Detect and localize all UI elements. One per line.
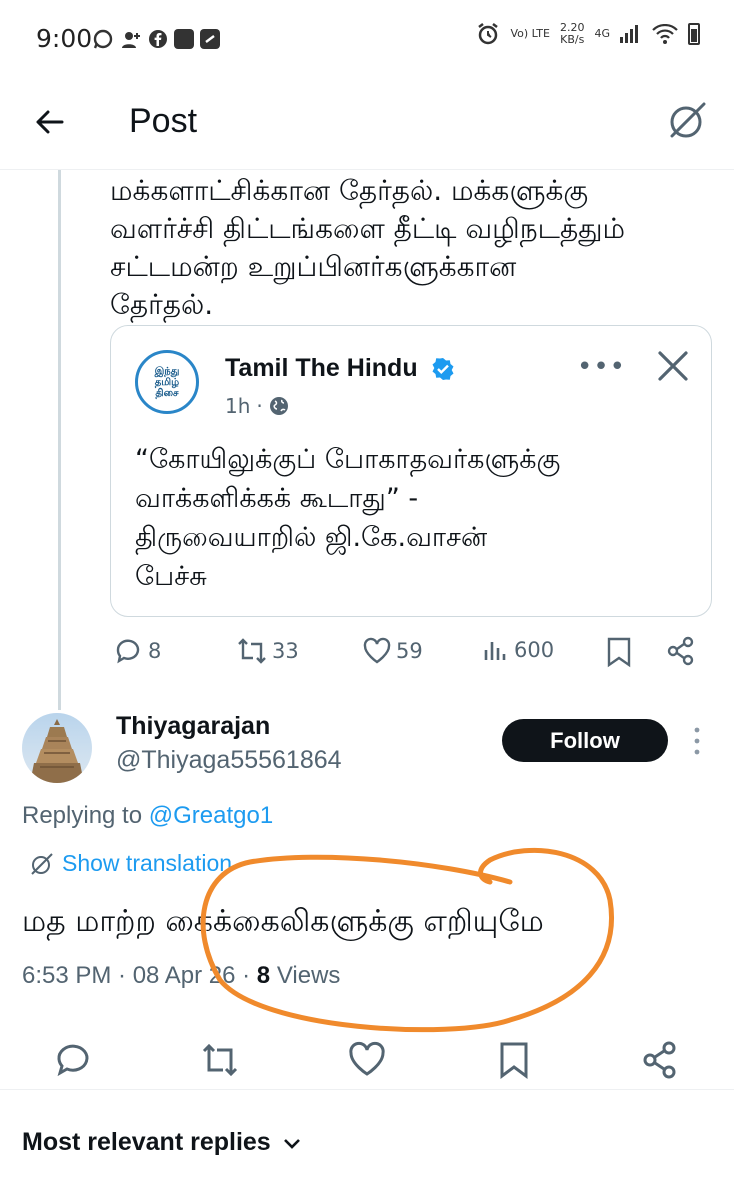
more-options-icon[interactable]: •••: [577, 352, 626, 382]
reply-icon[interactable]: [54, 1040, 94, 1080]
repost-count: 33: [272, 639, 299, 663]
quote-text-line: பேச்சு: [135, 561, 207, 592]
status-bar: 9:00 Vo) LTE 2.20 KB/s 4G: [0, 0, 734, 78]
alarm-icon: [478, 23, 499, 45]
quote-text: “கோயிலுக்குப் போகாதவர்களுக்கு வாக்களிக்க…: [135, 440, 695, 596]
reply-action[interactable]: 8: [114, 636, 161, 666]
quote-text-line: திருவையாறில் ஜி.கே.வாசன்: [135, 522, 488, 553]
network-label: Vo) LTE: [510, 27, 550, 40]
views-icon: [484, 642, 506, 660]
grok-icon[interactable]: [666, 100, 708, 142]
parent-tweet-text: மக்களாட்சிக்கான தேர்தல். மக்களுக்கு வளர்…: [110, 172, 710, 324]
reply-icon: [116, 639, 140, 664]
view-count: 600: [514, 638, 555, 662]
views-action[interactable]: 600: [482, 636, 554, 664]
back-arrow-icon[interactable]: [30, 102, 70, 142]
like-count: 59: [396, 639, 423, 663]
separator-dot: ·: [256, 394, 263, 418]
repost-action[interactable]: 33: [236, 636, 299, 666]
show-translation-link[interactable]: Show translation: [30, 850, 232, 877]
replying-prefix: Replying to: [22, 802, 149, 829]
quote-meta: 1h ·: [225, 394, 289, 418]
avatar-text: இந்து: [154, 365, 180, 377]
reply-text: மத மாற்ற கைக்கைலிகளுக்கு எறியுமே: [22, 904, 544, 939]
link-notification-icon: [200, 29, 220, 49]
heart-icon: [363, 637, 391, 664]
facebook-icon: [149, 30, 167, 48]
most-relevant-replies-label: Most relevant replies: [22, 1128, 271, 1156]
wifi-icon: [652, 24, 678, 44]
avatar-text: திசை: [155, 387, 179, 399]
whatsapp-icon: [93, 29, 113, 49]
notification-icons: [92, 28, 220, 50]
status-time: 9:00: [36, 24, 93, 53]
share-icon[interactable]: [666, 636, 696, 666]
reply-timestamp: 6:53 PM · 08 Apr 26 ·: [22, 962, 257, 989]
repost-icon: [238, 638, 266, 664]
reply-views-label: Views: [270, 962, 341, 989]
quote-avatar[interactable]: இந்து தமிழ் திசை: [135, 350, 199, 414]
kebab-menu-icon[interactable]: [694, 726, 700, 756]
signal-bars-icon: [620, 25, 638, 43]
verified-badge-icon: [432, 358, 454, 381]
follow-button[interactable]: Follow: [502, 719, 668, 762]
tweet-text-line: மக்களாட்சிக்கான தேர்தல். மக்களுக்கு: [110, 174, 589, 207]
reply-actions: [0, 1034, 734, 1090]
avatar-text: தமிழ்: [154, 376, 180, 388]
speed-unit: KB/s: [560, 33, 585, 46]
quote-author-label: Tamil The Hindu: [225, 354, 418, 382]
thread-line: [58, 170, 61, 710]
tweet-text-line: வளர்ச்சி திட்டங்களை தீட்டி வழிநடத்தும்: [110, 212, 626, 245]
tweet-text-line: சட்டமன்ற உறுப்பினர்களுக்கான: [110, 250, 517, 283]
signal-label: 4G: [594, 27, 610, 40]
avatar[interactable]: [22, 713, 92, 783]
reply-meta: 6:53 PM · 08 Apr 26 · 8 Views: [22, 962, 340, 990]
status-right: Vo) LTE 2.20 KB/s 4G: [476, 22, 700, 46]
reply-author-name[interactable]: Thiyagarajan: [116, 712, 270, 741]
heart-icon[interactable]: [347, 1040, 387, 1080]
quoted-post-card[interactable]: இந்து தமிழ் திசை Tamil The Hindu 1h · ••…: [110, 325, 712, 617]
chevron-down-icon: [283, 1138, 300, 1149]
repost-icon[interactable]: [200, 1040, 240, 1080]
temple-avatar-image: [30, 719, 84, 783]
reply-count: 8: [148, 639, 162, 663]
battery-icon: [688, 23, 700, 45]
quote-text-line: வாக்களிக்கக் கூடாது” -: [135, 483, 419, 514]
quote-author-name[interactable]: Tamil The Hindu: [225, 354, 455, 383]
person-add-icon: [122, 32, 140, 48]
speed-readout: 2.20 KB/s: [560, 22, 585, 46]
bookmark-icon[interactable]: [606, 636, 632, 668]
close-icon[interactable]: [655, 348, 691, 384]
share-icon[interactable]: [640, 1040, 680, 1080]
like-action[interactable]: 59: [362, 636, 423, 666]
quote-time: 1h: [225, 394, 251, 418]
reply-author-handle[interactable]: @Thiyaga55561864: [116, 746, 342, 775]
bookmark-icon[interactable]: [494, 1040, 534, 1080]
header: Post: [0, 78, 734, 170]
replying-to: Replying to @Greatgo1: [22, 802, 273, 830]
grok-translate-icon: [31, 852, 53, 875]
tweet-text-line: தேர்தல்.: [110, 288, 214, 321]
page-title: Post: [129, 102, 198, 140]
quote-text-line: “கோயிலுக்குப் போகாதவர்களுக்கு: [135, 444, 561, 475]
app-notification-icon: [174, 29, 194, 49]
parent-actions: 8 33 59 600: [110, 636, 700, 676]
show-translation-label: Show translation: [62, 850, 233, 876]
globe-icon: [269, 397, 288, 415]
most-relevant-replies-selector[interactable]: Most relevant replies: [22, 1128, 303, 1157]
replying-mention-link[interactable]: @Greatgo1: [149, 802, 273, 829]
reply-views-count: 8: [256, 962, 271, 989]
